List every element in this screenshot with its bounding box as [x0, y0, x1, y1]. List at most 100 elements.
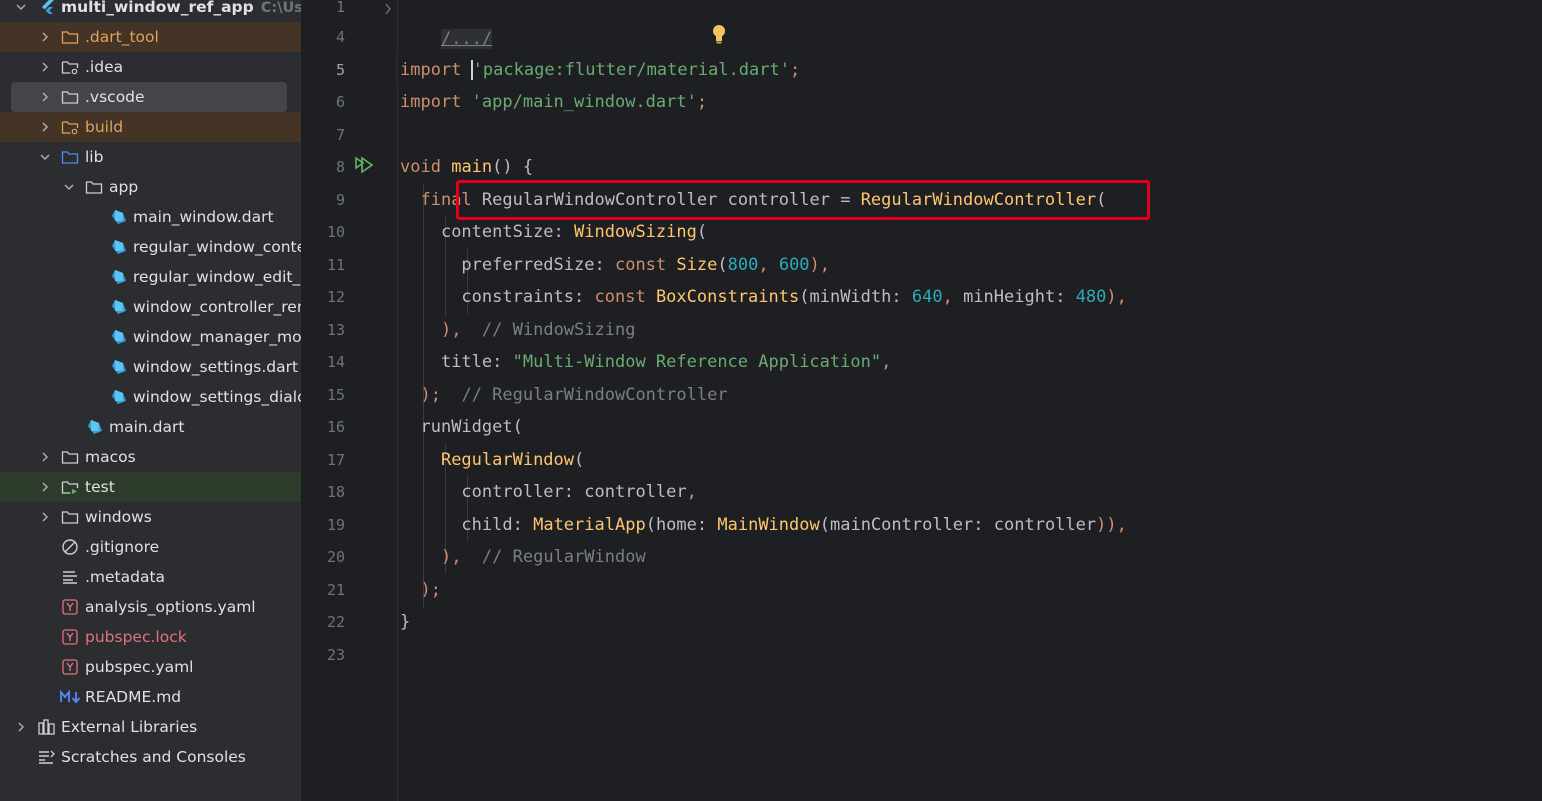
number-literal: 640	[911, 287, 943, 307]
keyword: void	[400, 157, 441, 177]
named-parameter: mainController:	[829, 515, 984, 535]
constructor-call: MainWindow	[717, 515, 820, 535]
tree-item-label: Scratches and Consoles	[61, 748, 246, 766]
chevron-right-icon[interactable]	[40, 482, 50, 492]
tree-item-label: README.md	[85, 688, 182, 706]
folder-excluded-icon	[61, 118, 79, 136]
folded-imports[interactable]: /.../	[440, 29, 493, 49]
line-number: 8	[335, 158, 345, 176]
tree-item-scratches[interactable]: Scratches and Consoles	[0, 742, 301, 772]
tree-item-app[interactable]: app	[0, 172, 301, 202]
tree-item-idea[interactable]: .idea	[0, 52, 301, 82]
dart-file-icon	[110, 358, 128, 376]
string-literal: 'package:flutter/material.dart'	[472, 60, 790, 80]
closing-label-comment: // RegularWindowController	[461, 385, 728, 405]
keyword: import	[400, 60, 462, 80]
named-parameter: minHeight:	[963, 287, 1066, 307]
code-line-22: }	[400, 606, 410, 638]
folder-icon	[61, 28, 79, 46]
chevron-right-icon[interactable]	[16, 722, 26, 732]
tree-item-dart-file[interactable]: regular_window_edit_dialog	[0, 262, 301, 292]
tree-item-macos[interactable]: macos	[0, 442, 301, 472]
tree-item-gitignore[interactable]: .gitignore	[0, 532, 301, 562]
number-literal: 480	[1075, 287, 1107, 307]
tree-item-pubspec-yaml[interactable]: pubspec.yaml	[0, 652, 301, 682]
chevron-right-icon[interactable]	[40, 512, 50, 522]
closing-label-comment: // WindowSizing	[481, 320, 636, 340]
code-line-20: ), // RegularWindow	[400, 541, 646, 573]
constructor-call: MaterialApp	[533, 515, 646, 535]
tree-item-label: analysis_options.yaml	[85, 598, 256, 616]
tree-item-readme[interactable]: README.md	[0, 682, 301, 712]
tree-item-label: macos	[85, 448, 136, 466]
tree-item-main-dart[interactable]: main.dart	[0, 412, 301, 442]
punctuation: ),	[1106, 287, 1127, 307]
line-number: 23	[326, 646, 345, 664]
tree-item-dart-tool[interactable]: .dart_tool	[0, 22, 301, 52]
punctuation: ,	[942, 287, 953, 307]
tree-item-metadata[interactable]: .metadata	[0, 562, 301, 592]
folder-settings-icon	[61, 58, 79, 76]
line-number: 18	[326, 483, 345, 501]
line-number: 1	[335, 0, 345, 16]
line-number: 13	[326, 321, 345, 339]
tree-item-dart-file[interactable]: main_window.dart	[0, 202, 301, 232]
tree-item-dart-file[interactable]: window_settings.dart	[0, 352, 301, 382]
chevron-right-icon[interactable]	[40, 92, 50, 102]
named-parameter: title:	[440, 352, 503, 372]
chevron-right-icon[interactable]	[40, 62, 50, 72]
chevron-right-icon[interactable]	[40, 32, 50, 42]
constructor-call: WindowSizing	[574, 222, 697, 242]
code-editor[interactable]: 1 4 5 6 7 8 9 10 11 12 13 14 15 16 17 18…	[301, 0, 1542, 801]
tree-item-dart-file[interactable]: regular_window_content	[0, 232, 301, 262]
tree-item-dart-file[interactable]: window_manager_model	[0, 322, 301, 352]
tree-item-label: main_window.dart	[133, 208, 274, 226]
tree-item-test[interactable]: test	[0, 472, 301, 502]
code-line-16: runWidget(	[400, 411, 522, 443]
punctuation: ),	[809, 255, 831, 275]
code-line-6: import 'app/main_window.dart';	[400, 86, 707, 118]
punctuation: ),	[440, 320, 462, 340]
tree-item-dart-file[interactable]: window_settings_dialog	[0, 382, 301, 412]
chevron-right-icon[interactable]	[40, 452, 50, 462]
lightbulb-icon[interactable]	[711, 24, 727, 48]
tree-item-label: regular_window_content	[133, 238, 301, 256]
function-name: main	[451, 157, 493, 177]
line-number: 7	[335, 126, 345, 144]
tree-item-analysis-options[interactable]: analysis_options.yaml	[0, 592, 301, 622]
punctuation: (	[799, 287, 810, 307]
line-number: 6	[335, 93, 345, 111]
code-line-10: contentSize: WindowSizing(	[400, 216, 707, 248]
tree-item-pubspec-lock[interactable]: pubspec.lock	[0, 622, 301, 652]
code-line-18: controller: controller,	[400, 476, 697, 508]
fold-expand-icon[interactable]	[383, 0, 393, 19]
chevron-down-icon[interactable]	[16, 2, 26, 12]
named-parameter: contentSize:	[440, 222, 564, 242]
line-number: 22	[326, 613, 345, 631]
folder-source-icon	[61, 148, 79, 166]
named-parameter: home:	[655, 515, 708, 535]
code-line-5: import 'package:flutter/material.dart';	[400, 54, 800, 86]
tree-item-vscode[interactable]: .vscode	[11, 82, 287, 112]
run-icon[interactable]	[354, 156, 374, 180]
chevron-down-icon[interactable]	[40, 152, 50, 162]
tree-item-external-libraries[interactable]: External Libraries	[0, 712, 301, 742]
root-project-name: multi_window_ref_app	[61, 0, 254, 16]
tree-item-lib[interactable]: lib	[0, 142, 301, 172]
folder-icon	[61, 448, 79, 466]
tree-item-root[interactable]: multi_window_ref_app C:\Users\	[0, 0, 301, 22]
yaml-file-icon	[61, 598, 79, 616]
tree-item-build[interactable]: build	[0, 112, 301, 142]
tree-item-label: build	[85, 118, 124, 136]
punctuation: }	[400, 612, 411, 632]
chevron-down-icon[interactable]	[64, 182, 74, 192]
annotation-highlight-box	[456, 180, 1150, 220]
line-number: 14	[326, 353, 345, 371]
punctuation: ,	[686, 482, 697, 502]
tree-item-dart-file[interactable]: window_controller_render	[0, 292, 301, 322]
chevron-right-icon[interactable]	[40, 122, 50, 132]
dart-file-icon	[110, 388, 128, 406]
code-line-21: );	[400, 574, 440, 606]
tree-item-label: test	[85, 478, 115, 496]
tree-item-windows[interactable]: windows	[0, 502, 301, 532]
